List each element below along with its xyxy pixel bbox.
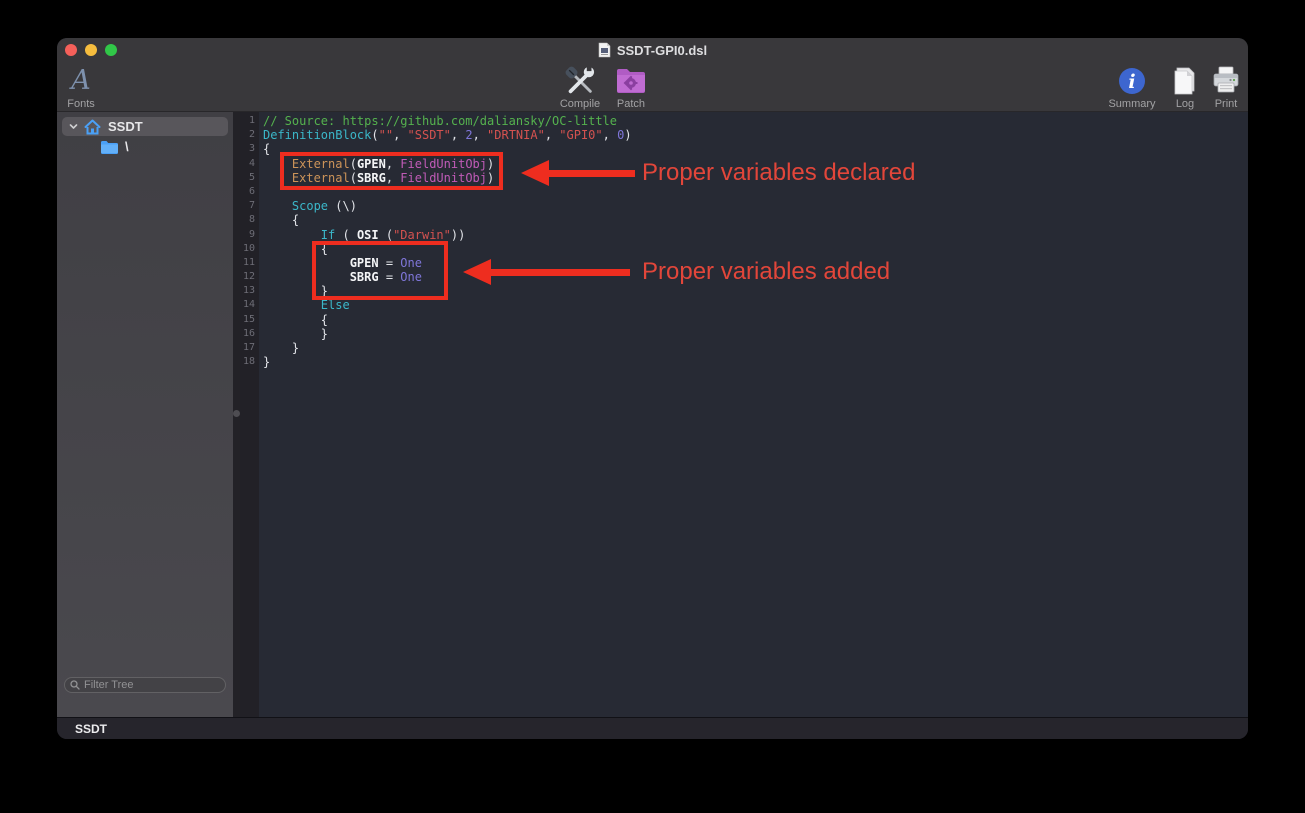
line-number: 4 [240, 157, 259, 171]
line-number: 3 [240, 142, 259, 156]
fonts-label: Fonts [67, 98, 95, 110]
pane-splitter[interactable] [233, 112, 240, 717]
line-number: 1 [240, 114, 259, 128]
content-area: SSDT \ [57, 112, 1248, 717]
svg-text:i: i [1128, 71, 1135, 93]
code-line[interactable]: 17 } [240, 341, 1248, 355]
window-title: SSDT-GPI0.dsl [617, 43, 707, 58]
code-line[interactable]: 14 Else [240, 298, 1248, 312]
tree-item-label: SSDT [108, 119, 143, 134]
window-title-group: SSDT-GPI0.dsl [57, 38, 1248, 62]
print-button[interactable]: Print [1191, 65, 1248, 110]
code-line[interactable]: 1// Source: https://github.com/daliansky… [240, 114, 1248, 128]
code-line[interactable]: 18} [240, 355, 1248, 369]
filter-tree-box [64, 677, 226, 693]
line-number: 15 [240, 313, 259, 327]
app-window: SSDT-GPI0.dsl A Fonts [57, 38, 1248, 739]
annotation-arrow-added-shaft [489, 269, 630, 276]
compile-label: Compile [560, 98, 600, 110]
folder-icon [100, 140, 118, 154]
annotation-arrow-declared-shaft [547, 170, 635, 177]
chevron-down-icon[interactable] [69, 122, 78, 131]
line-number: 14 [240, 298, 259, 312]
status-bar: SSDT [57, 717, 1248, 739]
toolbar: A Fonts Compile [57, 62, 1248, 112]
patch-icon [615, 65, 647, 97]
filter-tree-input[interactable] [84, 679, 204, 691]
tree-item-label: \ [125, 139, 129, 154]
splitter-handle-icon[interactable] [233, 410, 240, 417]
code-line[interactable]: 15 { [240, 313, 1248, 327]
line-number: 5 [240, 171, 259, 185]
title-bar[interactable]: SSDT-GPI0.dsl [57, 38, 1248, 62]
print-label: Print [1215, 98, 1238, 110]
patch-button[interactable]: Patch [596, 65, 666, 110]
line-number: 7 [240, 199, 259, 213]
code-line[interactable]: 16 } [240, 327, 1248, 341]
summary-icon: i [1117, 65, 1147, 97]
document-icon [598, 42, 611, 58]
line-number: 11 [240, 256, 259, 270]
line-number: 12 [240, 270, 259, 284]
fonts-icon: A [71, 66, 91, 96]
code-line[interactable]: 7 Scope (\) [240, 199, 1248, 213]
line-number: 2 [240, 128, 259, 142]
print-icon [1211, 65, 1241, 97]
status-text: SSDT [75, 722, 107, 736]
house-icon [84, 119, 101, 135]
line-number: 10 [240, 242, 259, 256]
search-icon [70, 680, 80, 690]
fonts-button[interactable]: A Fonts [57, 65, 116, 110]
line-number: 18 [240, 355, 259, 369]
code-line[interactable]: 2DefinitionBlock("", "SSDT", 2, "DRTNIA"… [240, 128, 1248, 142]
line-number: 13 [240, 284, 259, 298]
code-line[interactable]: 9 If (_OSI ("Darwin")) [240, 228, 1248, 242]
sidebar: SSDT \ [57, 112, 233, 717]
line-number: 9 [240, 228, 259, 242]
line-number: 6 [240, 185, 259, 199]
patch-label: Patch [617, 98, 645, 110]
summary-label: Summary [1108, 98, 1155, 110]
compile-icon [563, 65, 597, 97]
annotation-box-added [312, 241, 448, 300]
line-number: 8 [240, 213, 259, 227]
desktop: SSDT-GPI0.dsl A Fonts [0, 0, 1305, 813]
tree-item-root-scope[interactable]: \ [62, 137, 228, 156]
code-editor[interactable]: 1// Source: https://github.com/daliansky… [240, 112, 1248, 717]
annotation-arrow-declared [521, 160, 549, 186]
line-number: 16 [240, 327, 259, 341]
code-line[interactable]: 8 { [240, 213, 1248, 227]
annotation-box-declared [280, 152, 503, 190]
line-number: 17 [240, 341, 259, 355]
tree-item-ssdt[interactable]: SSDT [62, 117, 228, 136]
annotation-text-added: Proper variables added [642, 258, 890, 286]
annotation-arrow-added [463, 259, 491, 285]
annotation-text-declared: Proper variables declared [642, 159, 915, 187]
